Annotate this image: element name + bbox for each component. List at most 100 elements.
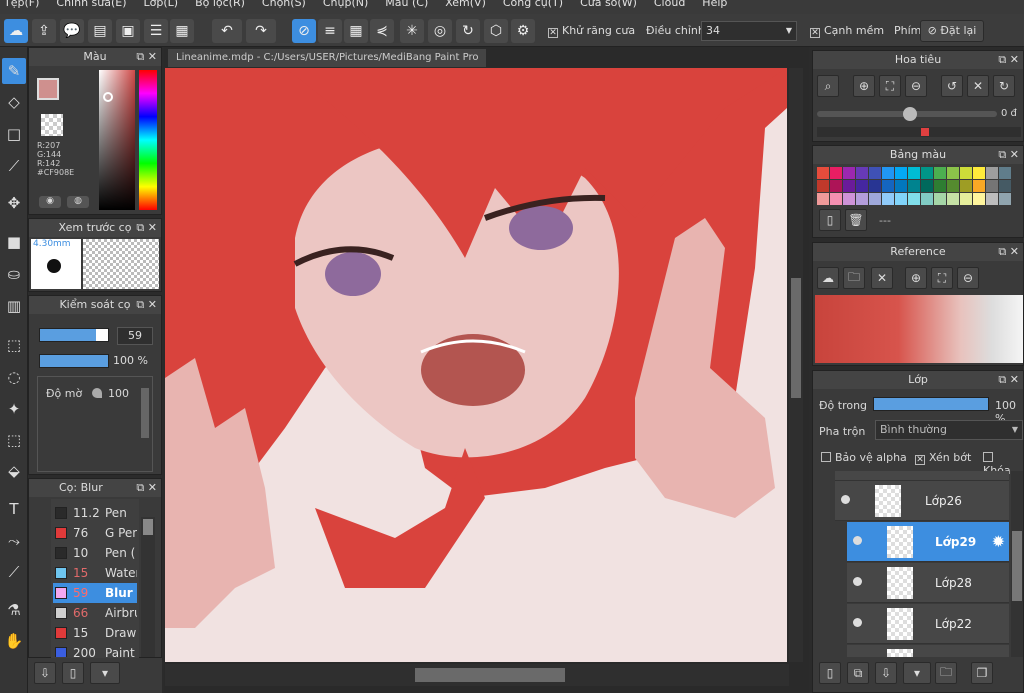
palette-swatch[interactable] [921, 180, 933, 192]
brush-item[interactable]: 15 Water [53, 563, 137, 583]
eye-icon[interactable] [853, 618, 862, 627]
palette-swatch[interactable] [921, 167, 933, 179]
slider-handle[interactable] [903, 107, 917, 121]
rect-tool-icon[interactable]: □ [2, 121, 26, 147]
divide-tool-icon[interactable]: ⟋ [2, 559, 26, 585]
palette-swatch[interactable] [973, 180, 985, 192]
palette-swatch[interactable] [947, 180, 959, 192]
brush-item[interactable]: 11.2 Pen [53, 503, 137, 523]
panel-controls-icon[interactable]: ⧉ ✕ [136, 219, 157, 237]
eye-icon[interactable] [853, 536, 862, 545]
new-layer-icon[interactable]: ▯ [819, 662, 841, 684]
palette-swatch[interactable] [817, 193, 829, 205]
palette-swatch[interactable] [960, 193, 972, 205]
palette-swatch[interactable] [830, 167, 842, 179]
rotation-marker[interactable] [921, 128, 929, 136]
brush-item[interactable]: 10 Pen ( [53, 543, 137, 563]
soft-edge-toggle[interactable]: ✕ Cạnh mềm [810, 24, 884, 38]
snap-ellipse-icon[interactable]: ⬡ [484, 19, 508, 43]
hand-tool-icon[interactable]: ✋ [2, 628, 26, 654]
fit-icon[interactable]: ⛶ [931, 267, 953, 289]
palette-swatch[interactable] [843, 167, 855, 179]
layer-opacity-slider[interactable] [873, 397, 989, 411]
palette-swatch[interactable] [960, 180, 972, 192]
snap-radial-icon[interactable]: ✳ [400, 19, 424, 43]
page-icon[interactable]: ▣ [116, 19, 140, 43]
palette-swatch[interactable] [947, 193, 959, 205]
menu-filter[interactable]: Bộ lọc(R) [191, 0, 245, 14]
layer-row[interactable]: Lớp26 [835, 481, 1009, 521]
line-tool-icon[interactable]: ⟋ [2, 153, 26, 179]
menu-edit[interactable]: Chỉnh sửa(E) [52, 0, 126, 14]
panel-controls-icon[interactable]: ⧉ ✕ [136, 296, 157, 314]
reset-button[interactable]: ⊘ Đặt lại [920, 20, 984, 42]
layer-row[interactable]: Lớp28 [847, 563, 1009, 603]
eraser-tool-icon[interactable]: ◇ [2, 89, 26, 115]
layer-row-selected[interactable]: Lớp29 ✹ [847, 522, 1009, 562]
bucket-tool-icon[interactable]: ⛀ [2, 261, 26, 287]
layer-scrollbar[interactable] [1011, 471, 1023, 657]
layer-row[interactable] [847, 645, 1009, 657]
palette-swatch[interactable] [934, 193, 946, 205]
snap-grid-icon[interactable]: ▦ [344, 19, 368, 43]
undo-button[interactable]: ↶ [212, 19, 242, 43]
brush-control-scrollbar[interactable] [141, 388, 149, 438]
folder-icon[interactable]: 🗀 [935, 662, 957, 684]
clipping-checkbox[interactable]: ✕ [915, 455, 925, 465]
fit-icon[interactable]: ⛶ [879, 75, 901, 97]
scroll-thumb[interactable] [415, 668, 565, 682]
snap-parallel-icon[interactable]: ≡ [318, 19, 342, 43]
move-tool-icon[interactable]: ✥ [2, 190, 26, 216]
canvas-horizontal-scrollbar[interactable] [165, 664, 789, 686]
snap-circle-icon[interactable]: ◎ [428, 19, 452, 43]
palette-swatch[interactable] [856, 193, 868, 205]
scroll-thumb[interactable] [143, 519, 153, 535]
duplicate-icon[interactable]: ❐ [971, 662, 993, 684]
antialias-checkbox[interactable]: ✕ [548, 28, 558, 38]
menu-window[interactable]: Cửa sổ(W) [576, 0, 637, 14]
merge-layer-icon[interactable]: ⇩ [875, 662, 897, 684]
transparent-color-swatch[interactable] [41, 114, 63, 136]
zoom-in-icon[interactable]: ⊕ [853, 75, 875, 97]
eyedropper-icon[interactable]: ⚗ [2, 597, 26, 623]
brush-size-input[interactable]: 59 [117, 327, 153, 345]
menu-color[interactable]: Màu (C) [381, 0, 428, 14]
snap-off-icon[interactable]: ⊘ [292, 19, 316, 43]
gradient-tool-icon[interactable]: ▥ [2, 293, 26, 319]
palette-swatch[interactable] [882, 193, 894, 205]
palette-swatch[interactable] [882, 167, 894, 179]
panel-controls-icon[interactable]: ⧉ ✕ [998, 146, 1019, 164]
slider-handle[interactable] [96, 329, 108, 341]
snap-curve-icon[interactable]: ↻ [456, 19, 480, 43]
zoom-slider[interactable] [817, 107, 997, 121]
settings-gear-icon[interactable]: ⚙ [511, 19, 535, 43]
palette-swatch[interactable] [973, 167, 985, 179]
menu-file[interactable]: Tệp(F) [0, 0, 39, 14]
saturation-value-field[interactable] [99, 70, 135, 210]
palette-swatch[interactable] [908, 193, 920, 205]
palette-swatch[interactable] [882, 180, 894, 192]
hue-slider[interactable] [139, 70, 157, 210]
brush-item[interactable]: 15 Drawi [53, 623, 137, 643]
clipping-toggle[interactable]: ✕ Xén bớt [915, 451, 971, 465]
reset-view-icon[interactable]: ✕ [967, 75, 989, 97]
panel-controls-icon[interactable]: ⧉ ✕ [136, 48, 157, 66]
palette-swatch[interactable] [947, 167, 959, 179]
eye-icon[interactable] [841, 495, 850, 504]
palette-swatch[interactable] [908, 167, 920, 179]
upload-icon[interactable]: ⇪ [32, 19, 56, 43]
zoom-search-icon[interactable]: ⌕ [817, 75, 839, 97]
antialias-toggle[interactable]: ✕ Khử răng cưa [548, 24, 635, 38]
lock-checkbox[interactable] [983, 452, 993, 462]
new-page-icon[interactable]: ▯ [819, 209, 841, 231]
blur-slider-handle[interactable] [92, 388, 102, 398]
adjust-input[interactable]: 34 ▼ [701, 21, 797, 41]
palette-swatch[interactable] [843, 180, 855, 192]
palette-swatch[interactable] [869, 167, 881, 179]
palette-swatch[interactable] [869, 180, 881, 192]
drawing-canvas[interactable] [165, 68, 787, 662]
panel-controls-icon[interactable]: ⧉ ✕ [136, 479, 157, 497]
palette-swatch[interactable] [921, 193, 933, 205]
lasso-icon[interactable]: ◌ [2, 364, 26, 390]
soft-edge-checkbox[interactable]: ✕ [810, 28, 820, 38]
